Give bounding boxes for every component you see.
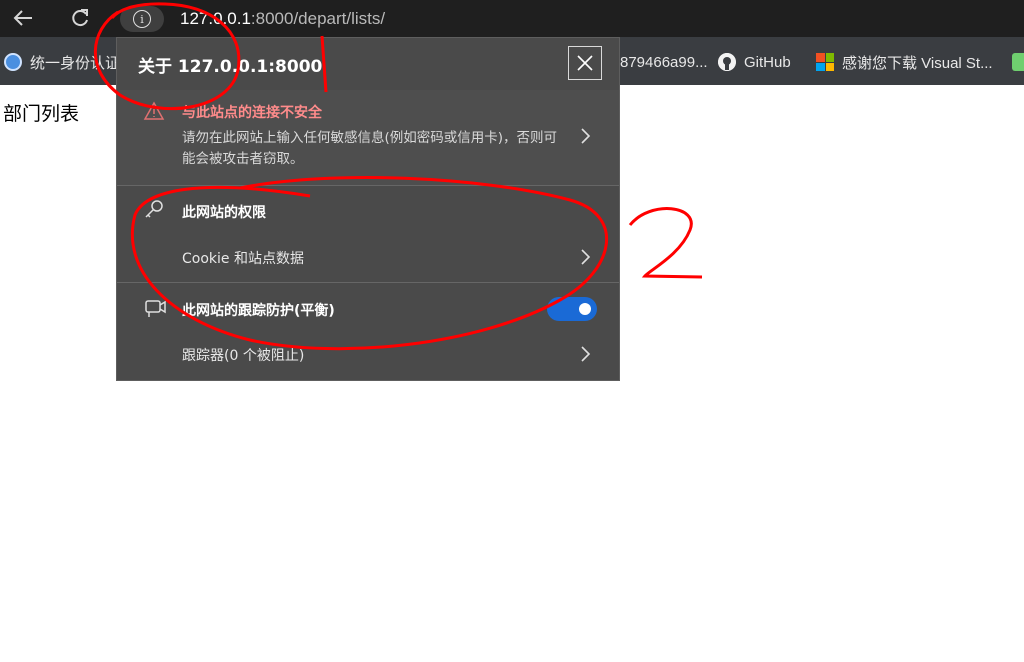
bookmark-icon [1012,53,1024,71]
insecure-connection-row[interactable]: 与此站点的连接不安全 请勿在此网站上输入任何敏感信息(例如密码或信用卡)，否则可… [117,90,619,185]
warning-description: 请勿在此网站上输入任何敏感信息(例如密码或信用卡)，否则可能会被攻击者窃取。 [182,130,558,167]
close-icon [577,55,593,71]
url-path: :8000/depart/lists/ [250,9,386,28]
bookmark-label: 统一身份认证 [30,54,121,72]
arrow-left-icon [13,10,32,26]
trackers-row[interactable]: 跟踪器(0 个被阻止) [117,336,619,374]
bookmark-label: 感谢您下载 Visual St... [842,54,993,72]
key-icon [145,200,163,218]
site-info-popup: 关于 127.0.0.1:8000 与此站点的连接不安全 请勿在此网站上输入任何… [116,37,620,381]
chevron-right-icon [581,249,591,265]
bookmark-item[interactable]: 统一身份认证 [4,51,120,73]
microsoft-icon [816,53,834,71]
chevron-right-icon [581,346,591,362]
permissions-title: 此网站的权限 [182,205,266,221]
site-info-button[interactable]: i [120,6,164,32]
tracking-prevention-toggle[interactable] [547,297,597,321]
globe-icon [4,53,22,71]
reload-button[interactable] [65,4,95,32]
address-bar[interactable]: i 127.0.0.1:8000/depart/lists/ [116,4,1016,34]
bookmark-label: 879466a99... [620,53,708,71]
bookmark-item[interactable]: 感谢您下载 Visual St... [816,51,993,73]
back-button[interactable] [8,4,38,32]
bookmark-item[interactable] [1012,51,1024,73]
tracking-prevention-title: 此网站的跟踪防护(平衡) [182,303,335,319]
tracking-prevention-icon [145,300,166,317]
url-host: 127.0.0.1 [180,9,251,28]
bookmark-item[interactable]: 879466a99... [620,51,708,73]
info-icon: i [133,10,151,28]
divider [117,185,619,186]
page-title: 部门列表 [3,103,80,125]
reload-icon [72,9,88,27]
divider [117,282,619,283]
popup-title: 关于 127.0.0.1:8000 [138,57,323,77]
cookie-label: Cookie 和站点数据 [182,251,304,267]
warning-title: 与此站点的连接不安全 [182,105,322,121]
browser-toolbar: i 127.0.0.1:8000/depart/lists/ [0,0,1024,37]
chevron-right-icon [581,128,591,144]
bookmark-label: GitHub [744,53,791,71]
cookies-site-data-row[interactable]: Cookie 和站点数据 [117,238,619,276]
bookmark-item[interactable]: GitHub [718,51,791,73]
github-icon [718,53,736,71]
toggle-knob [579,303,591,315]
close-button[interactable] [568,46,602,80]
annotation-marker-2 [628,207,703,279]
warning-icon [143,101,165,120]
trackers-label: 跟踪器(0 个被阻止) [182,348,305,364]
url-text[interactable]: 127.0.0.1:8000/depart/lists/ [180,9,385,29]
